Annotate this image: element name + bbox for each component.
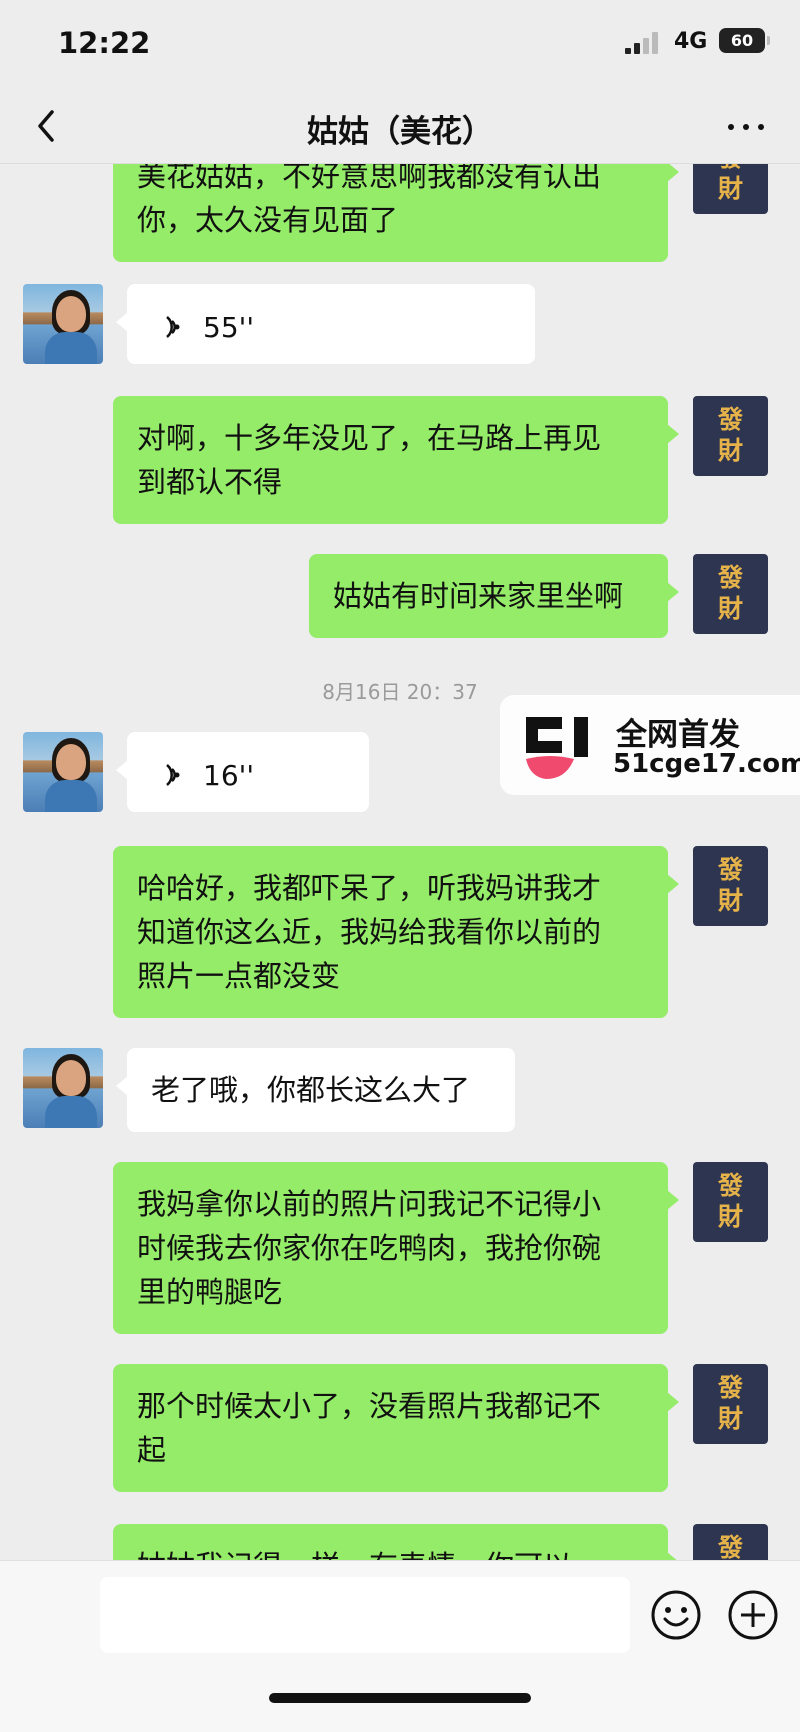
input-bar xyxy=(0,1560,800,1732)
message-bubble[interactable]: 那个时候太小了，没看照片我都记不 起 xyxy=(113,1364,679,1492)
message-bubble[interactable]: 美花姑姑，不好意思啊我都没有认出 你，太久没有见面了 xyxy=(113,164,679,262)
watermark-banner: 全网首发 51cge17.com xyxy=(500,695,800,795)
more-dots-icon[interactable] xyxy=(724,112,768,142)
self-avatar[interactable]: 發財 xyxy=(693,554,768,634)
site-logo-icon xyxy=(526,717,588,779)
message-bubble[interactable]: 我妈拿你以前的照片问我记不记得小 时候我去你家你在吃鸭肉，我抢你碗 里的鸭腿吃 xyxy=(113,1162,679,1334)
voice-wave-icon xyxy=(166,316,180,338)
message-bubble[interactable]: 姑姑我记得一样，有表情，你可以 xyxy=(113,1524,679,1560)
network-type: 4G xyxy=(674,29,708,54)
message-bubble[interactable]: 姑姑有时间来家里坐啊 xyxy=(309,554,679,638)
watermark-site: 51cge17.com xyxy=(613,749,800,779)
self-avatar[interactable]: 發財 xyxy=(693,164,768,214)
self-avatar[interactable]: 發財 xyxy=(693,1364,768,1444)
message-bubble[interactable]: 哈哈好，我都吓呆了，听我妈讲我才 知道你这么近，我妈给我看你以前的 照片一点都没… xyxy=(113,846,679,1018)
status-bar: 12:22 4G 60 xyxy=(0,0,800,88)
signal-icon xyxy=(625,32,661,54)
chat-title: 姑姑（美花） xyxy=(307,114,493,150)
message-bubble[interactable]: 对啊，十多年没见了，在马路上再见 到都认不得 xyxy=(113,396,679,524)
message-list[interactable]: 美花姑姑，不好意思啊我都没有认出 你，太久没有见面了 發財 55'' 对啊，十多… xyxy=(0,164,800,1560)
emoji-icon[interactable] xyxy=(650,1589,702,1641)
contact-avatar[interactable] xyxy=(23,1048,103,1128)
self-avatar[interactable]: 發財 xyxy=(693,1524,768,1560)
home-indicator[interactable] xyxy=(269,1693,531,1703)
voice-duration: 55'' xyxy=(203,311,255,344)
battery-icon: 60 xyxy=(719,28,770,53)
voice-duration: 16'' xyxy=(203,759,255,792)
contact-avatar[interactable] xyxy=(23,284,103,364)
voice-message[interactable]: 16'' xyxy=(116,732,369,812)
watermark-title: 全网首发 xyxy=(616,717,740,753)
self-avatar[interactable]: 發財 xyxy=(693,396,768,476)
self-avatar[interactable]: 發財 xyxy=(693,846,768,926)
chat-header: 姑姑（美花） xyxy=(0,88,800,164)
message-bubble[interactable]: 老了哦，你都长这么大了 xyxy=(116,1048,515,1132)
self-avatar[interactable]: 發財 xyxy=(693,1162,768,1242)
message-input[interactable] xyxy=(100,1577,630,1653)
plus-icon[interactable] xyxy=(727,1589,779,1641)
voice-wave-icon xyxy=(166,764,180,786)
contact-avatar[interactable] xyxy=(23,732,103,812)
voice-message[interactable]: 55'' xyxy=(116,284,535,364)
status-time: 12:22 xyxy=(58,26,151,60)
